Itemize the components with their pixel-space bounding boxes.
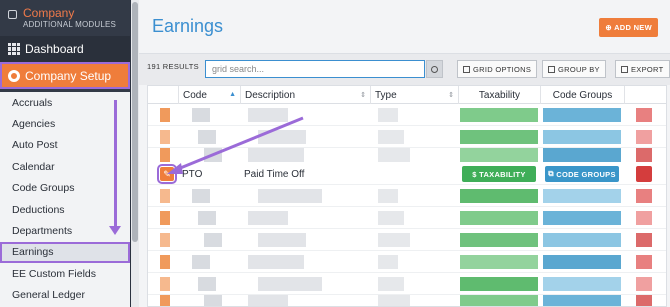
submenu-item-auto-post[interactable]: Auto Post — [0, 135, 130, 156]
submenu-item-ee-custom-fields[interactable]: EE Custom Fields — [0, 263, 130, 284]
annotation-arrow-head — [109, 226, 121, 235]
company-subtitle: ADDITIONAL MODULES — [23, 20, 117, 29]
gear-icon — [8, 69, 20, 82]
company-icon — [8, 10, 17, 19]
scrollbar-thumb[interactable] — [132, 2, 138, 242]
sidebar-scrollbar[interactable] — [131, 0, 139, 307]
submenu-item-earnings[interactable]: Earnings — [0, 241, 130, 264]
submenu-item-general-ledger[interactable]: General Ledger — [0, 285, 130, 306]
sidebar-item-dashboard[interactable]: Dashboard — [0, 36, 130, 62]
submenu-item-agencies[interactable]: Agencies — [0, 113, 130, 134]
submenu-item-calendar[interactable]: Calendar — [0, 156, 130, 177]
sidebar-item-label: Dashboard — [25, 42, 84, 56]
company-name: Company — [23, 6, 75, 20]
company-setup-submenu: Accruals Agencies Auto Post Calendar Cod… — [0, 92, 130, 307]
main-content: Earnings ⊕ ADD NEW 191 RESULTS grid sear… — [139, 0, 670, 307]
sidebar-item-label: Company Setup — [25, 68, 112, 83]
submenu-item-code-groups[interactable]: Code Groups — [0, 178, 130, 199]
submenu-item-deductions[interactable]: Deductions — [0, 199, 130, 220]
company-header[interactable]: Company ADDITIONAL MODULES — [0, 0, 130, 36]
submenu-item-accruals[interactable]: Accruals — [0, 92, 130, 113]
annotation-arrow-line — [114, 100, 117, 228]
sidebar: Company ADDITIONAL MODULES Dashboard Com… — [0, 0, 130, 307]
grid-icon — [8, 43, 20, 55]
sidebar-item-company-setup[interactable]: Company Setup — [0, 62, 130, 89]
annotation-arrow — [167, 116, 304, 174]
